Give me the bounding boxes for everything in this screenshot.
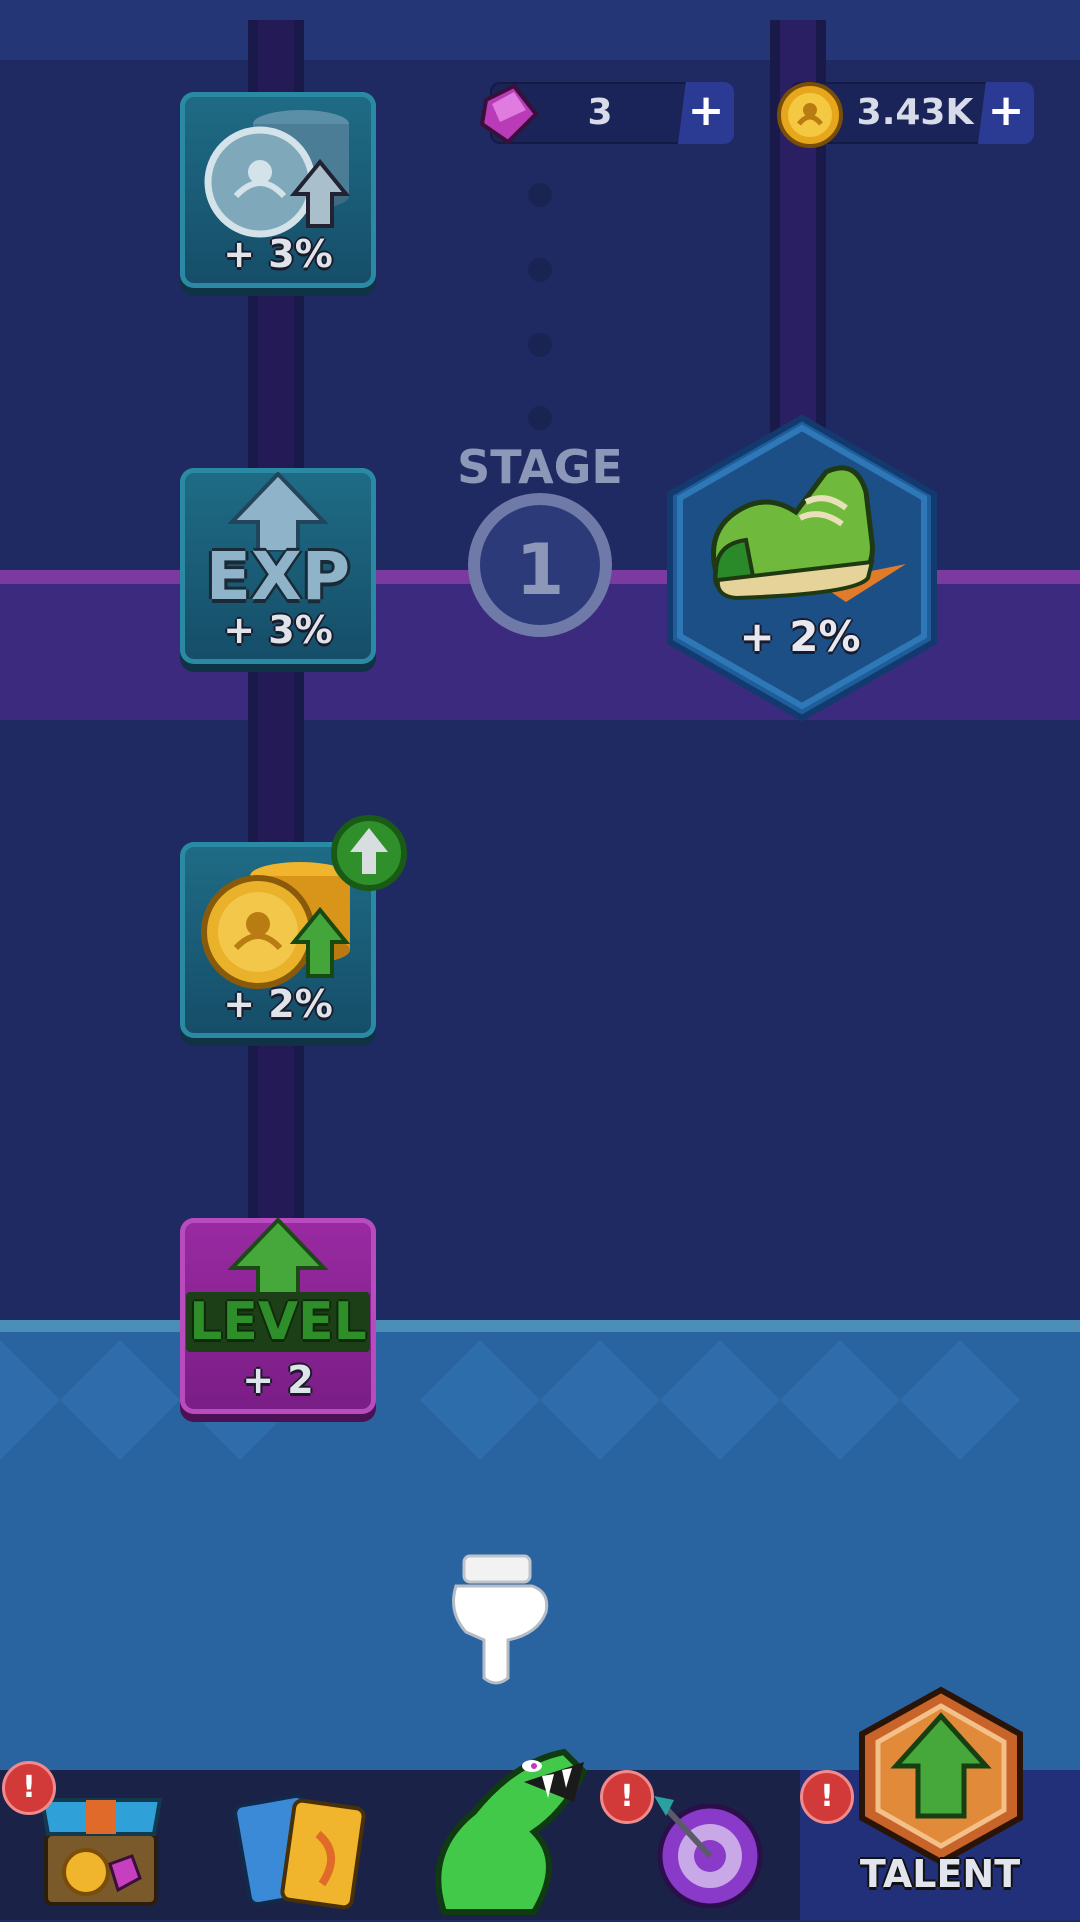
nav-snake-home[interactable]: [400, 1748, 600, 1920]
stage-number: 1: [515, 529, 565, 611]
add-coins-button[interactable]: +: [978, 82, 1034, 144]
gem-count: 3: [587, 92, 613, 133]
talent-bonus: + 3%: [223, 232, 333, 276]
talent-hexagon-icon: [859, 1686, 1023, 1866]
talent-bonus: + 2%: [223, 982, 333, 1026]
talent-bonus: + 2: [242, 1358, 314, 1402]
sneaker-icon: [711, 465, 906, 602]
level-icon-text: LEVEL: [186, 1292, 370, 1352]
nav-cards[interactable]: [200, 1770, 400, 1920]
snake-head-icon: [435, 1748, 588, 1915]
tutorial-pointer-hand-icon: [452, 1554, 549, 1685]
speed-talent-bonus: + 2%: [739, 612, 861, 661]
shop-icon: [39, 1798, 163, 1906]
stage-title: STAGE: [457, 440, 623, 494]
green-arrow-icon: [228, 1218, 328, 1298]
talent-coin-income[interactable]: + 3%: [180, 92, 376, 288]
coin-icon: [777, 82, 843, 148]
shop-alert-badge: !: [2, 1761, 56, 1815]
coin-count: 3.43K: [856, 92, 974, 133]
bottom-nav: [0, 1686, 1080, 1920]
exp-icon-text: EXP: [205, 538, 351, 615]
target-dart-icon: [654, 1796, 763, 1909]
upgrade-available-icon[interactable]: [330, 814, 408, 892]
add-gems-button[interactable]: +: [678, 82, 734, 144]
coin-stack-icon: [204, 110, 351, 238]
cards-icon: [233, 1793, 366, 1910]
talent-alert-badge: !: [800, 1770, 854, 1824]
nav-talent-label: TALENT: [859, 1852, 1021, 1896]
talent-bonus: + 3%: [223, 608, 333, 652]
talent-exp[interactable]: EXP + 3%: [180, 468, 376, 664]
gem-icon: [479, 83, 539, 145]
talent-level[interactable]: LEVEL + 2: [180, 1218, 376, 1414]
target-alert-badge: !: [600, 1770, 654, 1824]
